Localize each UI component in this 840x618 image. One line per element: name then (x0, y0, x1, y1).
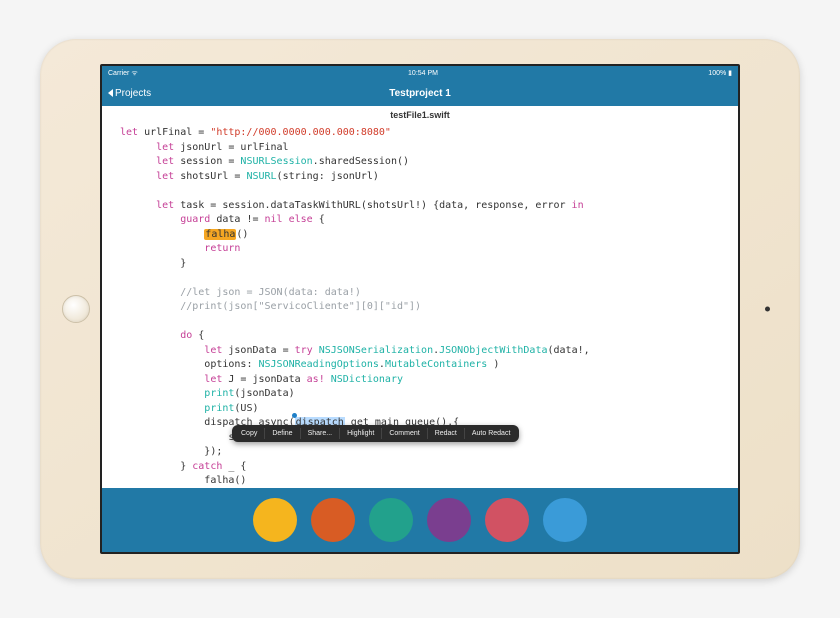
back-label: Projects (115, 88, 151, 99)
menu-redact[interactable]: Redact (428, 428, 465, 439)
swatch-blue[interactable] (543, 498, 587, 542)
menu-define[interactable]: Define (265, 428, 300, 439)
chevron-left-icon (108, 89, 113, 97)
menu-comment[interactable]: Comment (382, 428, 427, 439)
swatch-purple[interactable] (427, 498, 471, 542)
color-picker-bar (102, 488, 738, 552)
highlighted-falha[interactable]: falha (204, 229, 236, 240)
swatch-teal[interactable] (369, 498, 413, 542)
swatch-red[interactable] (485, 498, 529, 542)
swatch-orange[interactable] (311, 498, 355, 542)
swatch-yellow[interactable] (253, 498, 297, 542)
nav-title: Testproject 1 (389, 88, 451, 99)
file-tab[interactable]: testFile1.swift (102, 106, 738, 122)
menu-autoredact[interactable]: Auto Redact (465, 428, 518, 439)
home-button[interactable] (62, 295, 90, 323)
nav-bar: Projects Testproject 1 (102, 80, 738, 106)
menu-highlight[interactable]: Highlight (340, 428, 382, 439)
code-editor[interactable]: let urlFinal = "http://000.0000.000.000:… (102, 122, 738, 552)
status-battery: 100% ▮ (708, 69, 732, 77)
code-content[interactable]: let urlFinal = "http://000.0000.000.000:… (102, 122, 738, 522)
back-button[interactable]: Projects (102, 88, 151, 99)
ipad-frame: Carrier ᯤ 10:54 PM 100% ▮ Projects Testp… (40, 39, 800, 579)
front-camera (765, 307, 770, 312)
screen: Carrier ᯤ 10:54 PM 100% ▮ Projects Testp… (100, 64, 740, 554)
status-time: 10:54 PM (408, 70, 438, 77)
menu-share[interactable]: Share... (301, 428, 341, 439)
context-menu: Copy Define Share... Highlight Comment R… (232, 425, 519, 442)
menu-copy[interactable]: Copy (234, 428, 265, 439)
status-left: Carrier ᯤ (108, 69, 138, 78)
status-bar: Carrier ᯤ 10:54 PM 100% ▮ (102, 66, 738, 80)
